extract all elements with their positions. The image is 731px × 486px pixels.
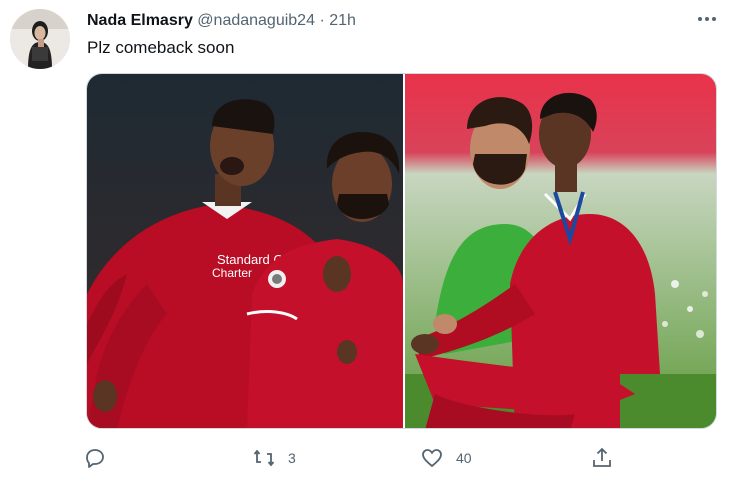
tweet-actions: 3 40	[0, 441, 731, 477]
more-options-button[interactable]	[690, 8, 724, 32]
reply-icon	[86, 449, 104, 468]
reply-button[interactable]	[83, 441, 107, 475]
tweet-text: Plz comeback soon	[87, 38, 235, 57]
heart-icon	[422, 449, 442, 467]
retweet-button[interactable]: 3	[252, 441, 296, 475]
tweet-header: Nada Elmasry @nadanaguib24 · 21h	[87, 11, 356, 31]
share-icon	[593, 447, 611, 467]
like-button[interactable]: 40	[420, 441, 472, 475]
tweet[interactable]: Nada Elmasry @nadanaguib24 · 21h Plz com…	[0, 0, 731, 486]
retweet-icon	[253, 449, 275, 467]
media-photo-celebration[interactable]: Standard Chartered Charter	[87, 74, 403, 429]
author-handle[interactable]: @nadanaguib24	[197, 12, 315, 29]
share-button[interactable]	[590, 441, 614, 475]
more-icon	[698, 17, 716, 21]
tweet-media[interactable]: Standard Chartered Charter	[86, 73, 717, 429]
author-name[interactable]: Nada Elmasry	[87, 12, 193, 29]
jersey-sponsor-text-2: Charter	[212, 266, 252, 280]
avatar[interactable]	[10, 9, 70, 69]
like-count: 40	[456, 450, 472, 466]
retweet-count: 3	[288, 450, 296, 466]
tweet-timestamp[interactable]: 21h	[329, 12, 356, 29]
media-photo-sitting[interactable]	[405, 74, 717, 429]
avatar-image	[10, 9, 70, 69]
header-separator: ·	[319, 12, 325, 29]
